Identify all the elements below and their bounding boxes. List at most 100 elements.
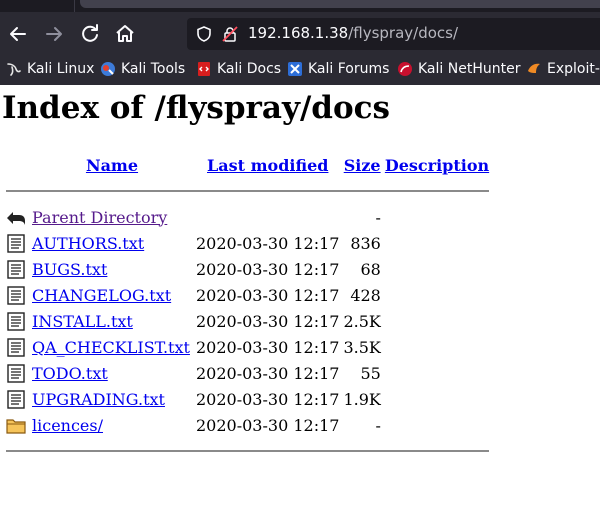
insecure-lock-icon[interactable] — [221, 25, 239, 43]
modified-cell: 2020-03-30 12:17 — [196, 259, 340, 279]
file-link[interactable]: BUGS.txt — [32, 260, 107, 279]
description-cell — [384, 413, 490, 437]
size-cell: 68 — [360, 259, 381, 279]
size-cell: 1.9K — [343, 389, 381, 409]
description-cell — [384, 335, 490, 359]
bookmark-kali-nethunter[interactable]: Kali NetHunter — [397, 61, 520, 77]
table-row: Parent Directory - — [5, 205, 490, 229]
name-cell: AUTHORS.txt — [31, 231, 193, 255]
table-header-row: Name Last modified Size Description — [5, 153, 490, 177]
tab-strip — [0, 0, 600, 12]
shield-icon[interactable] — [195, 25, 213, 43]
modified-cell: 2020-03-30 12:17 — [196, 311, 340, 331]
forward-arrow-icon — [46, 27, 62, 41]
description-cell — [384, 205, 490, 229]
url-host: 192.168.1.38 — [248, 24, 349, 42]
modified-cell: 2020-03-30 12:17 — [196, 389, 340, 409]
file-link[interactable]: INSTALL.txt — [32, 312, 133, 331]
sort-by-size-link[interactable]: Size — [344, 156, 381, 175]
modified-cell: 2020-03-30 12:17 — [196, 337, 340, 357]
folder-link[interactable]: licences/ — [32, 416, 103, 435]
kali-tools-icon — [101, 62, 115, 76]
size-column-header: Size — [342, 153, 381, 177]
sort-by-name-link[interactable]: Name — [86, 156, 138, 175]
size-cell: - — [375, 207, 381, 227]
text-file-icon — [7, 338, 25, 357]
bookmark-kali-tools[interactable]: Kali Tools — [100, 61, 185, 77]
table-row: AUTHORS.txt 2020-03-30 12:17 836 — [5, 231, 490, 255]
kali-docs-icon — [198, 62, 210, 76]
text-file-icon — [7, 234, 25, 253]
file-link[interactable]: TODO.txt — [32, 364, 108, 383]
name-cell: INSTALL.txt — [31, 309, 193, 333]
page-title: Index of /flyspray/docs — [2, 90, 390, 126]
directory-index-page: Index of /flyspray/docs Name Last modifi… — [0, 85, 600, 506]
folder-icon — [6, 419, 26, 434]
text-file-icon — [7, 364, 25, 383]
url-text[interactable]: 192.168.1.38/flyspray/docs/ — [248, 24, 458, 42]
size-cell: 2.5K — [343, 311, 381, 331]
table-row: TODO.txt 2020-03-30 12:17 55 — [5, 361, 490, 385]
table-row: CHANGELOG.txt 2020-03-30 12:17 428 — [5, 283, 490, 307]
horizontal-rule — [6, 450, 490, 452]
forward-button[interactable] — [42, 22, 66, 46]
modified-cell: 2020-03-30 12:17 — [196, 415, 340, 435]
description-cell — [384, 283, 490, 307]
table-row: licences/ 2020-03-30 12:17 - — [5, 413, 490, 437]
kali-dragon-icon — [7, 63, 21, 76]
description-cell — [384, 309, 490, 333]
file-link[interactable]: AUTHORS.txt — [32, 234, 144, 253]
size-cell: - — [375, 415, 381, 435]
address-bar[interactable]: 192.168.1.38/flyspray/docs/ — [187, 18, 600, 50]
file-link[interactable]: CHANGELOG.txt — [32, 286, 171, 305]
table-row: BUGS.txt 2020-03-30 12:17 68 — [5, 257, 490, 281]
navigation-toolbar: 192.168.1.38/flyspray/docs/ — [0, 12, 600, 56]
table-row: INSTALL.txt 2020-03-30 12:17 2.5K — [5, 309, 490, 333]
modified-cell — [195, 205, 340, 229]
description-cell — [384, 257, 490, 281]
modified-cell: 2020-03-30 12:17 — [196, 285, 340, 305]
parent-directory-link[interactable]: Parent Directory — [32, 208, 167, 227]
bookmark-kali-forums[interactable]: Kali Forums — [287, 61, 389, 77]
row-icon-cell — [5, 361, 29, 385]
row-icon-cell — [5, 257, 29, 281]
active-tab[interactable] — [80, 0, 600, 8]
sort-by-last-modified-link[interactable]: Last modified — [207, 156, 328, 175]
name-cell: BUGS.txt — [31, 257, 193, 281]
row-icon-cell — [5, 205, 29, 229]
file-link[interactable]: QA_CHECKLIST.txt — [32, 338, 190, 357]
reload-icon — [82, 24, 98, 42]
horizontal-rule — [6, 190, 490, 192]
text-file-icon — [7, 390, 25, 409]
file-link[interactable]: UPGRADING.txt — [32, 390, 165, 409]
home-button[interactable] — [113, 22, 137, 46]
browser-chrome: 192.168.1.38/flyspray/docs/ Kali Linux K… — [0, 0, 600, 86]
home-icon — [116, 25, 134, 42]
bookmark-exploit-db[interactable]: Exploit-D — [526, 61, 600, 77]
description-column-header: Description — [384, 153, 490, 177]
bookmark-kali-docs[interactable]: Kali Docs — [196, 61, 281, 77]
name-cell: Parent Directory — [31, 205, 193, 229]
modified-cell: 2020-03-30 12:17 — [196, 233, 340, 253]
bookmark-label: Kali Tools — [121, 61, 186, 77]
directory-listing-table: Name Last modified Size Description Pare… — [3, 151, 492, 465]
size-cell: 836 — [350, 233, 381, 253]
row-icon-cell — [5, 335, 29, 359]
bookmark-kali-linux[interactable]: Kali Linux — [6, 61, 94, 77]
last-modified-column-header: Last modified — [195, 153, 340, 177]
row-icon-cell — [5, 387, 29, 411]
text-file-icon — [7, 260, 25, 279]
row-icon-cell — [5, 309, 29, 333]
back-button[interactable] — [6, 22, 30, 46]
name-cell: licences/ — [31, 413, 193, 437]
size-cell: 3.5K — [343, 337, 381, 357]
size-cell: 55 — [360, 363, 381, 383]
icon-column-header — [5, 153, 29, 177]
description-cell — [384, 231, 490, 255]
text-file-icon — [7, 312, 25, 331]
inactive-tab[interactable] — [0, 0, 75, 12]
name-cell: UPGRADING.txt — [31, 387, 193, 411]
reload-button[interactable] — [78, 22, 102, 46]
back-arrow-icon — [10, 27, 26, 41]
sort-by-description-link[interactable]: Description — [385, 156, 489, 175]
